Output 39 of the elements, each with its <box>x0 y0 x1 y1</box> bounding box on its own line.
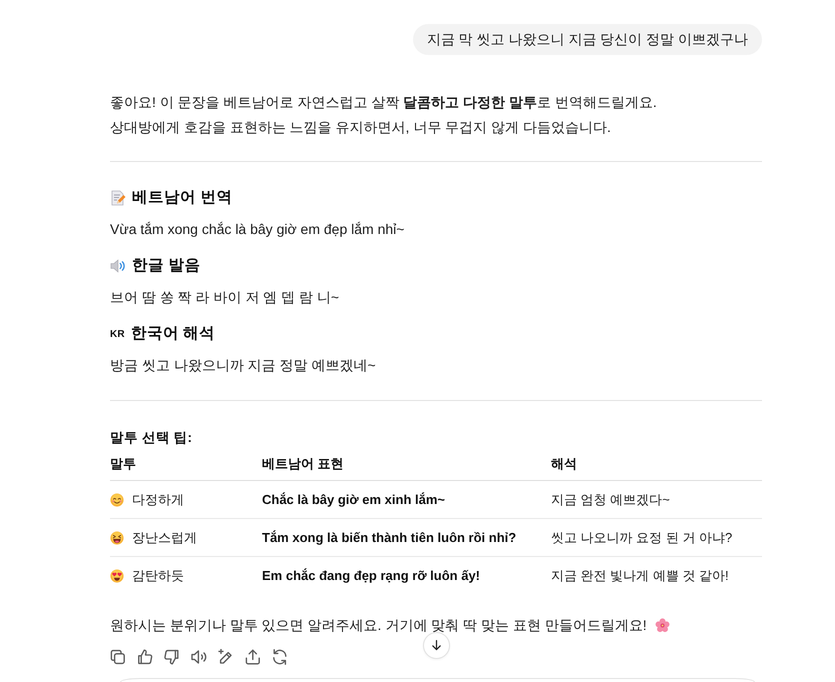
table-header-cell-text: 해석 <box>551 455 577 473</box>
arrow-down-icon <box>430 639 443 652</box>
section-heading: 한글 발음 <box>132 256 200 276</box>
table-cell-text: 씻고 나오니까 요정 된 거 아냐? <box>551 528 732 546</box>
thumbs-up-icon[interactable] <box>137 649 153 665</box>
response-paragraph: 상대방에게 호감을 표현하는 느낌을 유지하면서, 너무 무겁지 않게 다듬었습니다. <box>110 118 612 137</box>
table-title: 말투 선택 팁: <box>110 429 193 447</box>
smiling-face-icon <box>110 492 124 506</box>
country-code-label: KR <box>110 328 125 340</box>
refresh-icon[interactable] <box>272 649 288 665</box>
user-message-bubble: 지금 막 씻고 나왔으니 지금 당신이 정말 이쁘겠구나 <box>412 24 762 55</box>
section-text: Vừa tắm xong chắc là bây giờ em đẹp lắm nhỉ~ <box>110 220 406 239</box>
heart-eyes-face-icon <box>110 568 124 582</box>
share-icon[interactable] <box>245 649 261 665</box>
table-cell-text: 지금 엄청 예쁘겠다~ <box>551 490 670 508</box>
section-heading: 한국어 해석 <box>130 324 216 344</box>
section-text: 방금 씻고 나왔으니까 지금 정말 예쁘겠네~ <box>110 356 377 375</box>
table-cell-text: Tắm xong là biến thành tiên luôn rồi nhỉ? <box>262 528 516 547</box>
section-text: 브어 땀 쏭 짝 라 바이 저 엠 뎁 람 니~ <box>110 288 340 307</box>
laughing-face-icon <box>110 530 124 544</box>
blossom-icon <box>654 618 670 633</box>
thumbs-down-icon[interactable] <box>164 649 180 665</box>
pencil-icon[interactable] <box>218 649 234 665</box>
table-cell-text: 감탄하듯 <box>132 566 184 584</box>
table-cell-text: 다정하게 <box>132 490 184 508</box>
table-cell-text: 지금 완전 빛나게 예쁠 것 같아! <box>551 566 729 584</box>
copy-icon[interactable] <box>110 649 126 665</box>
table-header-cell-text: 말투 <box>110 455 136 473</box>
speaker-icon[interactable] <box>191 649 207 665</box>
speaker-icon <box>110 258 126 274</box>
table-header-cell-text: 베트남어 표현 <box>262 455 344 473</box>
table-cell-text: Chắc là bây giờ em xinh lắm~ <box>262 490 446 509</box>
section-heading: 베트남어 번역 <box>132 188 232 208</box>
scroll-down-button[interactable] <box>423 632 450 659</box>
table-cell-text: Em chắc đang đẹp rạng rỡ luôn ấy! <box>262 566 480 585</box>
table-cell-text: 장난스럽게 <box>132 528 197 546</box>
memo-icon <box>110 190 126 206</box>
response-paragraph: 원하시는 분위기나 말투 있으면 알려주세요. 거기에 맞춰 딱 맞는 표현 만들어드릴게요! <box>110 616 647 635</box>
response-paragraph: 좋아요! 이 문장을 베트남어로 자연스럽고 살짝 달콤하고 다정한 말투로 번역해드릴게요. <box>110 93 658 112</box>
